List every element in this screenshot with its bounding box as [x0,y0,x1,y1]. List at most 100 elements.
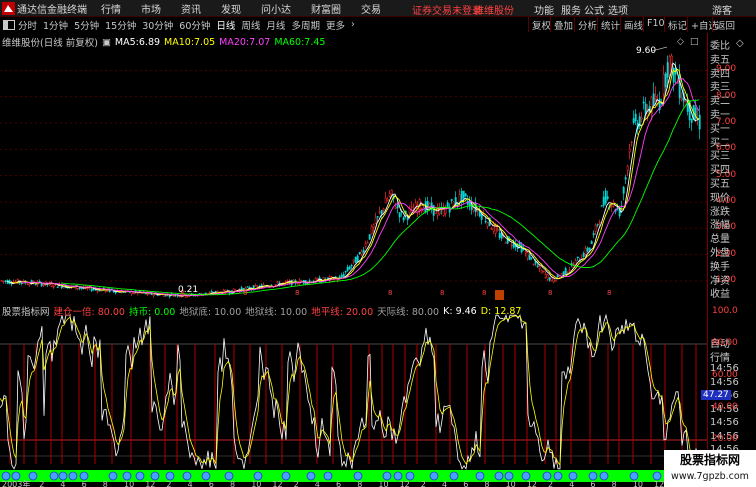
candle-body [338,276,341,278]
candle-body [626,165,629,171]
candle-body [584,248,587,255]
expand-icon[interactable]: ◇ [677,37,684,47]
period-30min[interactable]: 30分钟 [142,18,173,32]
candle-body [504,242,507,244]
candle-body [370,226,373,234]
quote-label[interactable]: 行情 [710,349,730,364]
candle-body [496,229,499,231]
low-price-label: 0.21 [178,285,199,295]
signal-dot [122,471,132,481]
candle-body [492,223,495,232]
signal-dot [599,471,609,481]
menu-trade[interactable]: 交易 [361,1,381,16]
candle-body [52,286,55,288]
candle-body [354,256,357,264]
x-axis-label: 4 [569,480,574,487]
period-monthly[interactable]: 月线 [266,18,285,32]
period-weekly[interactable]: 周线 [241,18,260,32]
candle-body [668,56,671,75]
x-axis-label: 12 [400,480,410,487]
x-axis-label: 2 [166,480,171,487]
candle-body [388,193,391,197]
candle-body [276,281,279,283]
period-15min[interactable]: 15分钟 [105,18,136,32]
period-daily[interactable]: 日线 [216,18,235,32]
candle-body [628,148,631,153]
event-marker: 8 [295,289,299,297]
candle-body [596,223,599,226]
order-book-label: 买一 [710,123,730,135]
kline-canvas[interactable]: 88888888 [0,33,707,301]
period-multi[interactable]: 多周期 [291,18,320,32]
candle-body [390,189,393,195]
x-axis-label: 10 [251,480,261,487]
candle-body [630,141,633,144]
period-more[interactable]: 更多 [326,18,345,32]
candle-body [184,296,187,298]
candle-body [538,266,541,270]
candle-body [246,286,249,288]
candle-body [336,279,339,281]
candle-body [554,280,557,282]
close-icon[interactable]: □ [690,37,699,47]
candle-body [20,282,23,285]
indicator-legend: 股票指标网 建仓一倍: 80.00 持币: 0.00 地狱底: 10.00 地狱… [2,304,522,319]
menu-discover[interactable]: 发现 [221,1,241,16]
period-1min[interactable]: 1分钟 [43,18,68,32]
period-5min[interactable]: 5分钟 [74,18,99,32]
candle-body [382,208,385,211]
menu-services[interactable]: 服务 [561,2,581,17]
event-marker: 8 [548,289,552,297]
back-button[interactable]: 返回 [712,17,738,32]
candle-body [402,217,405,221]
order-book-label: 买二 [710,137,730,149]
menu-quotes[interactable]: 行情 [101,1,121,16]
menu-news[interactable]: 资讯 [181,1,201,16]
indicator-tick: 100.0 [712,306,738,316]
event-marker: 8 [440,289,444,297]
candle-body [308,280,311,282]
candle-body [546,274,549,280]
x-axis-label: 10 [633,480,643,487]
period-timeshare[interactable]: 分时 [18,18,37,32]
candle-body [590,241,593,245]
ma60-label: MA60:7.45 [274,36,326,48]
x-axis-label: 6 [336,480,341,487]
candle-body [356,255,359,262]
candle-body [558,275,561,278]
menu-formula[interactable]: 公式 [584,2,604,17]
candle-body [526,252,529,259]
candle-body [464,193,467,197]
panel-toggle-icon[interactable] [3,19,15,30]
candle-body [340,274,343,278]
order-book-label: 买三 [710,151,730,163]
candle-body [368,234,371,240]
candle-body [90,288,93,291]
menu-options[interactable]: 选项 [608,2,628,17]
candle-body [664,73,667,88]
signal-dot [429,471,439,481]
high-price-label: 9.60 [636,46,657,56]
ind-item-d: D: 12.87 [480,305,522,317]
d-line [0,315,699,466]
tool-overlay[interactable]: 叠加 [550,17,576,32]
menu-market[interactable]: 市场 [141,1,161,16]
menu-ask[interactable]: 问小达 [261,1,291,16]
user-label[interactable]: 游客 [712,2,732,17]
main-kline-chart[interactable]: 88888888 维维股份(日线 前复权) ▣ MA5:6.89 MA10:7.… [0,33,707,301]
chevron-right-icon[interactable]: › [351,19,355,30]
candle-body [132,292,135,295]
indicator-canvas[interactable]: 2003年 2 4 6 8 10 12 2 4 6 8 10 12 2 4 6 8 10 12 2 4 6 8 10 12 2 4 6… [0,302,707,487]
panel-expand-icon[interactable]: ◇ [736,38,744,49]
order-book-label: 现价 [710,192,730,204]
signal-dot [150,471,160,481]
menu-functions[interactable]: 功能 [534,2,554,17]
order-book-label: 换手 [710,261,730,273]
candle-body [472,207,475,212]
login-warning[interactable]: 证券交易未登录 [412,2,482,17]
indicator-chart[interactable]: 2003年 2 4 6 8 10 12 2 4 6 8 10 12 2 4 6 8 10 12 2 4 6 8 10 12 2 4 6… [0,302,707,487]
candle-body [254,284,257,287]
menu-wealth[interactable]: 财富圈 [311,1,341,16]
period-60min[interactable]: 60分钟 [179,18,210,32]
x-axis-label: 10 [378,480,388,487]
